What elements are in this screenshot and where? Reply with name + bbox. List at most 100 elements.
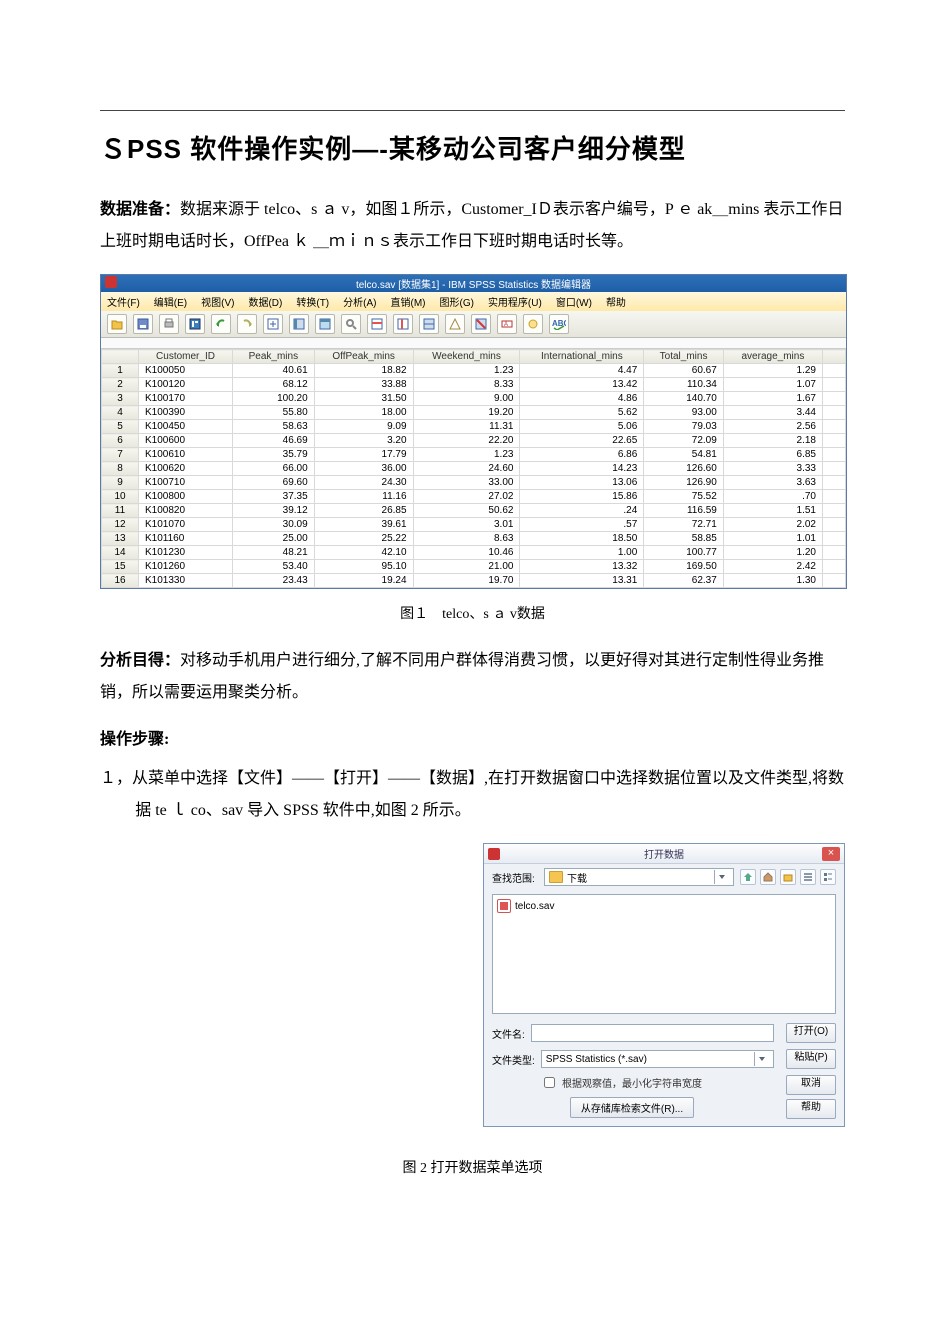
insert-var-icon[interactable] <box>393 314 413 334</box>
col-weekend-mins[interactable]: Weekend_mins <box>413 350 520 364</box>
cell[interactable]: 16 <box>102 574 139 588</box>
cell[interactable]: 5.06 <box>520 420 644 434</box>
cell[interactable]: 62.37 <box>644 574 724 588</box>
cell[interactable]: 1.30 <box>723 574 822 588</box>
cell[interactable]: 10 <box>102 490 139 504</box>
recall-icon[interactable] <box>185 314 205 334</box>
cell[interactable]: 27.02 <box>413 490 520 504</box>
cell[interactable]: 66.00 <box>233 462 315 476</box>
cell[interactable]: 95.10 <box>314 560 413 574</box>
cell[interactable]: K100120 <box>139 378 233 392</box>
cell[interactable]: 13.42 <box>520 378 644 392</box>
cell[interactable]: 55.80 <box>233 406 315 420</box>
menu-analyze[interactable]: 分析(A) <box>343 294 376 309</box>
weight-icon[interactable] <box>445 314 465 334</box>
cell[interactable]: 5.62 <box>520 406 644 420</box>
cell[interactable]: 1.29 <box>723 364 822 378</box>
cell[interactable]: 75.52 <box>644 490 724 504</box>
help-button[interactable]: 帮助 <box>786 1099 836 1119</box>
cell[interactable]: K100050 <box>139 364 233 378</box>
cell[interactable]: 58.63 <box>233 420 315 434</box>
cell[interactable]: 11.16 <box>314 490 413 504</box>
cell[interactable]: 1.23 <box>413 364 520 378</box>
cell[interactable]: 7 <box>102 448 139 462</box>
file-list-area[interactable]: telco.sav <box>492 894 836 1014</box>
cell[interactable]: 11 <box>102 504 139 518</box>
cell[interactable]: 54.81 <box>644 448 724 462</box>
cell[interactable]: 18.50 <box>520 532 644 546</box>
cell[interactable]: 2.02 <box>723 518 822 532</box>
cell[interactable]: .57 <box>520 518 644 532</box>
col-average-mins[interactable]: average_mins <box>723 350 822 364</box>
goto-var-icon[interactable] <box>289 314 309 334</box>
cell[interactable]: 6 <box>102 434 139 448</box>
cell[interactable]: 14 <box>102 546 139 560</box>
cell[interactable]: 4 <box>102 406 139 420</box>
col-international-mins[interactable]: International_mins <box>520 350 644 364</box>
cell[interactable]: 21.00 <box>413 560 520 574</box>
cell[interactable]: 8 <box>102 462 139 476</box>
cell[interactable]: 13 <box>102 532 139 546</box>
lookin-combo[interactable]: 下载 <box>544 868 734 886</box>
cell[interactable]: 3.33 <box>723 462 822 476</box>
cell[interactable]: 1.51 <box>723 504 822 518</box>
menu-edit[interactable]: 编辑(E) <box>154 294 187 309</box>
open-button[interactable]: 打开(O) <box>786 1023 836 1043</box>
col-offpeak-mins[interactable]: OffPeak_mins <box>314 350 413 364</box>
cell[interactable]: 39.12 <box>233 504 315 518</box>
cell[interactable]: 4.86 <box>520 392 644 406</box>
cell[interactable]: 31.50 <box>314 392 413 406</box>
cell[interactable]: 1.67 <box>723 392 822 406</box>
open-icon[interactable] <box>107 314 127 334</box>
cell[interactable]: 1.07 <box>723 378 822 392</box>
cell[interactable]: 116.59 <box>644 504 724 518</box>
cell[interactable]: 9.09 <box>314 420 413 434</box>
cell[interactable]: 2.18 <box>723 434 822 448</box>
menu-help[interactable]: 帮助 <box>606 294 626 309</box>
cell[interactable]: 39.61 <box>314 518 413 532</box>
cell[interactable]: 8.63 <box>413 532 520 546</box>
cell[interactable]: K101230 <box>139 546 233 560</box>
insert-case-icon[interactable] <box>367 314 387 334</box>
new-folder-icon[interactable] <box>780 869 796 885</box>
find-icon[interactable] <box>341 314 361 334</box>
variables-icon[interactable] <box>315 314 335 334</box>
cell[interactable]: .70 <box>723 490 822 504</box>
cell[interactable]: 14.23 <box>520 462 644 476</box>
menu-file[interactable]: 文件(F) <box>107 294 140 309</box>
cell[interactable]: 1.01 <box>723 532 822 546</box>
cell[interactable]: K100600 <box>139 434 233 448</box>
menu-utilities[interactable]: 实用程序(U) <box>488 294 542 309</box>
cell[interactable]: 13.06 <box>520 476 644 490</box>
minimize-width-checkbox[interactable] <box>544 1077 555 1088</box>
menu-graphs[interactable]: 图形(G) <box>439 294 473 309</box>
use-sets-icon[interactable] <box>523 314 543 334</box>
cell[interactable]: 15 <box>102 560 139 574</box>
undo-icon[interactable] <box>211 314 231 334</box>
cell[interactable]: 3 <box>102 392 139 406</box>
cell[interactable]: 22.65 <box>520 434 644 448</box>
cell[interactable]: 2 <box>102 378 139 392</box>
cell[interactable]: K101260 <box>139 560 233 574</box>
col-rownum[interactable] <box>102 350 139 364</box>
cell[interactable]: 3.20 <box>314 434 413 448</box>
cell[interactable]: 33.88 <box>314 378 413 392</box>
cell[interactable]: 40.61 <box>233 364 315 378</box>
value-labels-icon[interactable]: A <box>497 314 517 334</box>
cell[interactable]: 19.24 <box>314 574 413 588</box>
cell[interactable]: 69.60 <box>233 476 315 490</box>
cell[interactable]: 3.63 <box>723 476 822 490</box>
list-view-icon[interactable] <box>800 869 816 885</box>
paste-button[interactable]: 粘贴(P) <box>786 1049 836 1069</box>
cell[interactable]: 33.00 <box>413 476 520 490</box>
cell[interactable]: 9 <box>102 476 139 490</box>
cell[interactable]: 13.31 <box>520 574 644 588</box>
cell[interactable]: 24.60 <box>413 462 520 476</box>
redo-icon[interactable] <box>237 314 257 334</box>
cell[interactable]: 36.00 <box>314 462 413 476</box>
cell[interactable]: 10.46 <box>413 546 520 560</box>
cell[interactable]: 13.32 <box>520 560 644 574</box>
cell[interactable]: K100800 <box>139 490 233 504</box>
cell[interactable]: 1 <box>102 364 139 378</box>
cell[interactable]: 60.67 <box>644 364 724 378</box>
